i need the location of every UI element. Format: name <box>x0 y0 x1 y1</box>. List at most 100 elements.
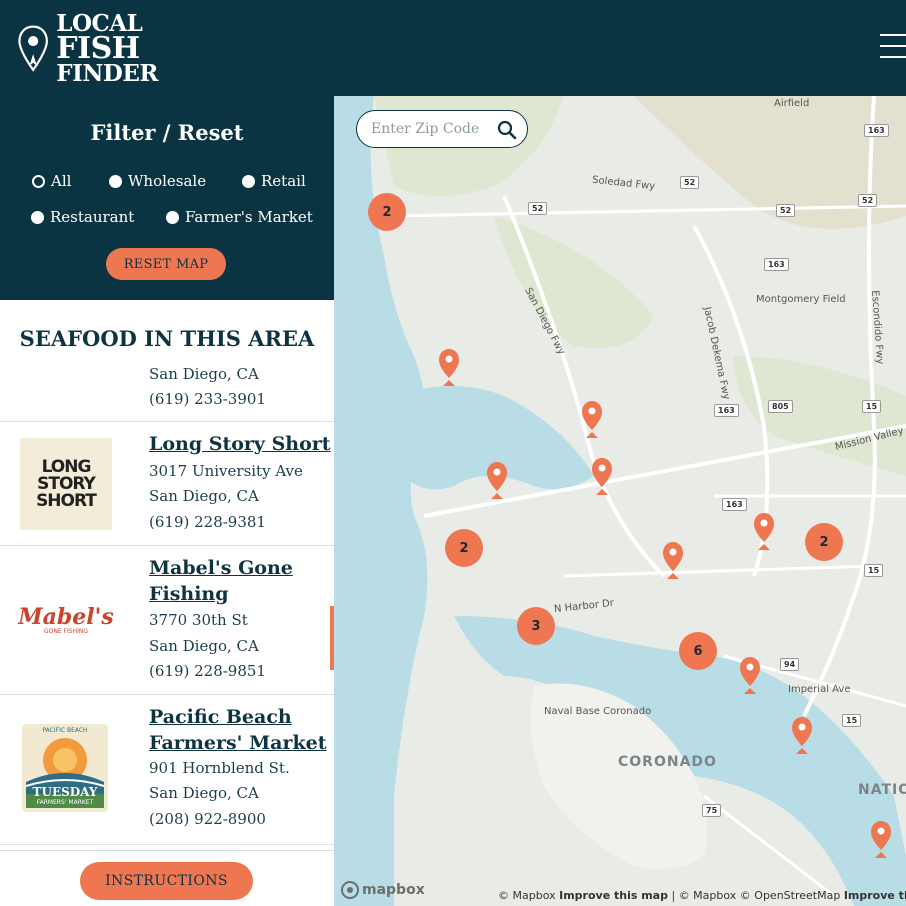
map-marker-icon[interactable] <box>739 656 761 696</box>
radio-restaurant-label: Restaurant <box>50 208 135 226</box>
map-cluster[interactable]: 3 <box>517 607 555 645</box>
entry-city: San Diego, CA <box>149 784 259 802</box>
site-logo[interactable]: LOCAL FISH FINDER <box>18 12 158 87</box>
attribution-mapbox-2[interactable]: © Mapbox <box>679 889 737 902</box>
map-marker-icon[interactable] <box>486 461 508 501</box>
highway-shield: 163 <box>714 404 739 417</box>
map-label: NATIO <box>858 782 906 798</box>
logo-line-3: FINDER <box>56 60 158 87</box>
map-label: Montgomery Field <box>756 294 846 305</box>
map-marker-icon[interactable] <box>791 716 813 756</box>
map-marker-icon[interactable] <box>438 348 460 388</box>
radio-icon <box>31 210 44 224</box>
highway-shield: 94 <box>780 658 800 671</box>
highway-shield: 15 <box>864 564 884 577</box>
location-pin-logo-icon <box>18 25 48 72</box>
radio-icon <box>109 174 122 188</box>
radio-wholesale[interactable]: Wholesale <box>109 172 206 190</box>
logo-wordmark: LOCAL FISH FINDER <box>56 12 158 87</box>
logo-word: STORY <box>37 473 96 494</box>
map-cluster[interactable]: 2 <box>368 193 406 231</box>
radio-icon <box>166 210 179 224</box>
radio-selected-icon <box>32 174 45 188</box>
map-marker-icon[interactable] <box>662 541 684 581</box>
zip-input[interactable] <box>371 121 491 137</box>
vendor-name-line: Fishing <box>149 583 229 605</box>
map-label: Imperial Ave <box>788 684 851 695</box>
map-base-graphic <box>334 96 906 906</box>
vendor-name-line: Mabel's Gone <box>149 557 293 579</box>
highway-shield: 75 <box>702 804 722 817</box>
highway-shield: 163 <box>864 124 889 137</box>
entry-city: San Diego, CA <box>149 487 259 505</box>
improve-map-link[interactable]: Improve this map <box>559 889 668 902</box>
reset-map-button[interactable]: RESET MAP <box>106 248 226 280</box>
list-item[interactable]: LONG STORY SHORT Long Story Short 3017 U… <box>0 422 334 546</box>
list-item[interactable]: Mabel's GONE FISHING Mabel's Gone Fishin… <box>0 546 334 695</box>
radio-icon <box>242 174 255 188</box>
map-marker-icon[interactable] <box>753 512 775 552</box>
entry-phone: (619) 228-9851 <box>149 662 266 680</box>
entry-phone: (619) 233-3901 <box>149 390 266 408</box>
vendor-name-link[interactable]: Long Story Short <box>149 431 331 457</box>
logo-word: FARMERS' MARKET <box>36 799 94 806</box>
radio-all[interactable]: All <box>32 172 71 190</box>
highway-shield: 52 <box>680 176 700 189</box>
highway-shield: 805 <box>768 400 793 413</box>
attribution-osm[interactable]: © OpenStreetMap <box>740 889 841 902</box>
highway-shield: 163 <box>764 258 789 271</box>
logo-word: TUESDAY <box>32 785 98 799</box>
entry-address: 3770 30th St <box>149 611 248 629</box>
radio-retail-label: Retail <box>261 172 306 190</box>
entry-phone: (619) 228-9381 <box>149 513 266 531</box>
radio-retail[interactable]: Retail <box>242 172 306 190</box>
logo-word: PACIFIC BEACH <box>42 727 88 734</box>
top-header: LOCAL FISH FINDER <box>0 0 906 96</box>
highway-shield: 15 <box>842 714 862 727</box>
mapbox-logo[interactable]: mapbox <box>340 880 425 900</box>
logo-word: LONG <box>41 456 92 477</box>
zip-search-field[interactable] <box>356 110 528 148</box>
map-label: CORONADO <box>618 754 717 770</box>
radio-farmers-market[interactable]: Farmer's Market <box>166 208 313 226</box>
vendor-name-link[interactable]: Pacific Beach Farmers' Market <box>149 704 327 756</box>
list-item[interactable]: PACIFIC BEACH TUESDAY FARMERS' MARKET Pa… <box>0 695 334 845</box>
attribution-mapbox[interactable]: © Mapbox <box>498 889 556 902</box>
radio-farmers-market-label: Farmer's Market <box>185 208 313 226</box>
map-marker-icon[interactable] <box>870 820 892 860</box>
logo-word: SHORT <box>36 490 97 511</box>
radio-restaurant[interactable]: Restaurant <box>31 208 134 226</box>
mapbox-logo-text: mapbox <box>362 882 425 898</box>
vendor-name-link[interactable]: Mabel's Gone Fishing <box>149 555 293 607</box>
map-cluster[interactable]: 6 <box>679 632 717 670</box>
entry-city: San Diego, CA <box>149 637 259 655</box>
radio-all-label: All <box>51 172 72 190</box>
mabels-logo: Mabel's GONE FISHING <box>18 574 114 666</box>
entry-phone: (208) 922-8900 <box>149 810 266 828</box>
list-footer: INSTRUCTIONS <box>0 850 334 906</box>
logo-word: Mabel's <box>18 603 114 630</box>
entry-address: 901 Hornblend St. <box>149 759 290 777</box>
map-marker-icon[interactable] <box>581 400 603 440</box>
highway-shield: 52 <box>528 202 548 215</box>
filter-panel: Filter / Reset All Wholesale Retail Rest… <box>0 96 334 300</box>
map-cluster[interactable]: 2 <box>445 529 483 567</box>
map-attribution: © Mapbox Improve this map | © Mapbox © O… <box>498 889 906 902</box>
vendor-name-line: Pacific Beach <box>149 706 292 728</box>
menu-icon[interactable] <box>880 34 906 64</box>
map-view[interactable]: Airfield Soledad Fwy Montgomery Field Ja… <box>334 96 906 906</box>
mapbox-mark-icon <box>341 881 359 899</box>
entry-address: 3017 University Ave <box>149 462 303 480</box>
highway-shield: 15 <box>862 400 882 413</box>
logo-line-2: FISH <box>56 31 140 66</box>
vendor-list[interactable]: San Diego, CA (619) 233-3901 LONG STORY … <box>0 362 334 850</box>
highway-shield: 52 <box>776 204 796 217</box>
list-item[interactable]: San Diego, CA (619) 233-3901 <box>0 362 334 422</box>
entry-city: San Diego, CA <box>149 365 259 383</box>
map-label: Airfield <box>774 98 810 109</box>
improve-map-link-2[interactable]: Improve this m <box>844 889 906 902</box>
map-cluster[interactable]: 2 <box>805 523 843 561</box>
map-marker-icon[interactable] <box>591 457 613 497</box>
search-icon[interactable] <box>497 120 517 140</box>
instructions-button[interactable]: INSTRUCTIONS <box>80 862 253 900</box>
